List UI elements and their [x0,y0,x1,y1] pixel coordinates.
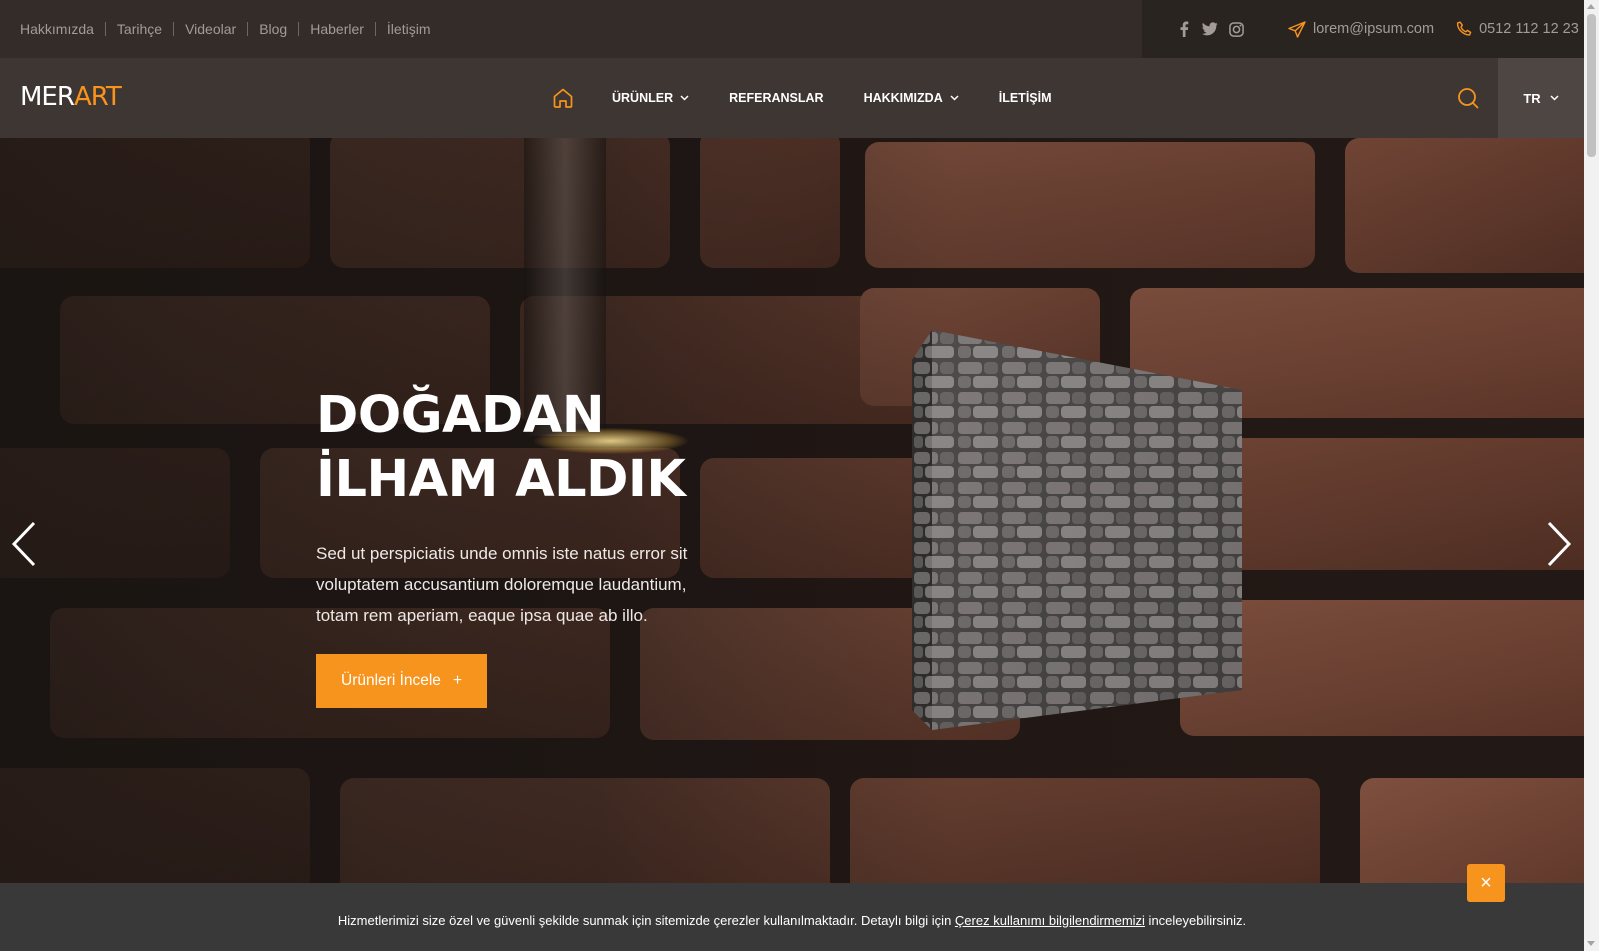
send-icon [1288,20,1306,38]
search-icon[interactable] [1456,86,1480,110]
menu-item-urunler[interactable]: ÜRÜNLER [612,91,689,105]
chevron-down-icon [950,95,959,101]
logo-part1: MER [20,82,75,112]
slider-next-arrow[interactable] [1543,520,1573,568]
cookie-text-after: inceleyebilirsiniz. [1144,912,1247,928]
cookie-message: Hizmetlerimizi size özel ve güvenli şeki… [338,913,1246,928]
plus-icon: + [452,672,462,689]
page-scrollbar[interactable] [1584,0,1599,951]
email-text: lorem@ipsum.com [1313,21,1435,37]
menu-item-hakkimizda[interactable]: HAKKIMIZDA [864,91,959,105]
stone-wall-product-image [912,330,1242,730]
top-link-tarihce[interactable]: Tarihçe [104,22,173,36]
scroll-up-icon[interactable] [1587,4,1595,9]
top-links: Hakkımızda Tarihçe Videolar Blog Haberle… [20,0,441,58]
top-link-iletisim[interactable]: İletişim [374,22,442,36]
slider-prev-arrow[interactable] [10,520,40,568]
scroll-down-icon[interactable] [1587,941,1595,946]
phone-icon [1456,21,1472,36]
facebook-icon[interactable] [1176,21,1192,37]
cta-label: Ürünleri İncele [341,672,441,689]
phone-text: 0512 112 12 23 [1479,21,1579,37]
hero-description: Sed ut perspiciatis unde omnis iste natu… [316,544,688,625]
phone-contact[interactable]: 0512 112 12 23 [1456,21,1579,37]
cookie-close-button[interactable]: × [1467,864,1505,902]
language-selector[interactable]: TR [1498,58,1584,138]
menu-item-iletisim[interactable]: İLETİŞİM [999,91,1052,105]
hero-title-line2: İLHAM ALDIK [316,450,686,509]
menu-item-label: İLETİŞİM [998,91,1052,105]
language-label: TR [1523,90,1541,106]
twitter-icon[interactable] [1202,21,1218,37]
menu-item-referanslar[interactable]: REFERANSLAR [729,91,823,105]
hero-title: DOĞADAN İLHAM ALDIK [316,384,736,512]
email-contact[interactable]: lorem@ipsum.com [1288,20,1435,38]
chevron-down-icon [680,95,689,101]
logo-part2: ART [73,82,122,112]
home-icon[interactable] [552,87,574,109]
social-links [1176,21,1244,37]
scroll-thumb[interactable] [1587,14,1596,157]
menu-item-label: REFERANSLAR [729,91,824,105]
hero-overlay [0,138,1584,951]
cookie-policy-link[interactable]: Çerez kullanımı bilgilendirmemizi [955,913,1145,928]
menu-item-label: HAKKIMIZDA [863,91,943,105]
top-link-blog[interactable]: Blog [247,22,298,36]
merart-logo[interactable]: MER ART [20,82,122,112]
main-navbar: MER ART ÜRÜNLER REFERANSLAR HAKKIMIZDA İL… [0,58,1584,138]
top-link-haberler[interactable]: Haberler [298,22,375,36]
hero-title-line1: DOĞADAN [316,386,605,445]
main-menu: ÜRÜNLER REFERANSLAR HAKKIMIZDA İLETİŞİM [552,58,1092,138]
hero-slider: DOĞADAN İLHAM ALDIK Sed ut perspiciatis … [0,138,1584,951]
chevron-down-icon [1550,95,1559,101]
top-contact: lorem@ipsum.com 0512 112 12 23 [1142,0,1584,58]
view-products-button[interactable]: Ürünleri İncele + [316,654,487,708]
top-bar: Hakkımızda Tarihçe Videolar Blog Haberle… [0,0,1584,58]
cookie-text-before: Hizmetlerimizi size özel ve güvenli şeki… [337,912,955,928]
top-link-videolar[interactable]: Videolar [173,22,247,36]
cookie-banner: Hizmetlerimizi size özel ve güvenli şeki… [0,883,1584,951]
menu-item-label: ÜRÜNLER [612,91,674,105]
top-link-hakkimizda[interactable]: Hakkımızda [20,22,105,36]
instagram-icon[interactable] [1228,21,1244,37]
